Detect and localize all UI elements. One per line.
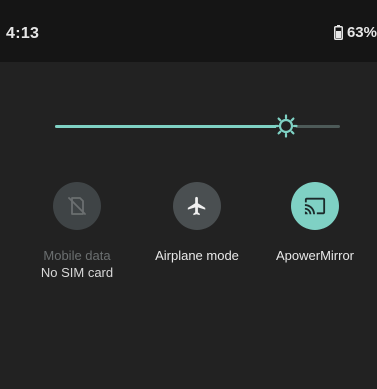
tile-mobile-data-label: Mobile data bbox=[43, 248, 111, 263]
airplane-icon bbox=[173, 182, 221, 230]
brightness-icon[interactable] bbox=[273, 113, 299, 139]
tile-apowermirror[interactable]: ApowerMirror bbox=[255, 182, 375, 264]
quick-settings-panel: Mobile data No SIM card Airplane mode Ap bbox=[0, 62, 377, 389]
battery-percent: 63% bbox=[346, 24, 377, 41]
tile-airplane-mode-label: Airplane mode bbox=[155, 248, 239, 263]
tile-mobile-data[interactable]: Mobile data No SIM card bbox=[17, 182, 137, 281]
tile-apowermirror-label: ApowerMirror bbox=[275, 248, 354, 263]
battery-status: 63% bbox=[333, 24, 377, 41]
brightness-fill bbox=[55, 125, 286, 128]
no-sim-icon bbox=[53, 182, 101, 230]
brightness-slider[interactable] bbox=[55, 114, 340, 138]
cast-icon bbox=[291, 182, 339, 230]
status-time: 4:13 bbox=[6, 25, 40, 42]
quick-settings-screen: 4:13 63% Mobile data No SIM card Airplan… bbox=[0, 0, 377, 389]
status-bar: 4:13 63% bbox=[0, 0, 377, 62]
tile-mobile-data-status: No SIM card bbox=[40, 265, 114, 280]
battery-icon bbox=[333, 25, 343, 40]
tile-airplane-mode[interactable]: Airplane mode bbox=[137, 182, 257, 264]
